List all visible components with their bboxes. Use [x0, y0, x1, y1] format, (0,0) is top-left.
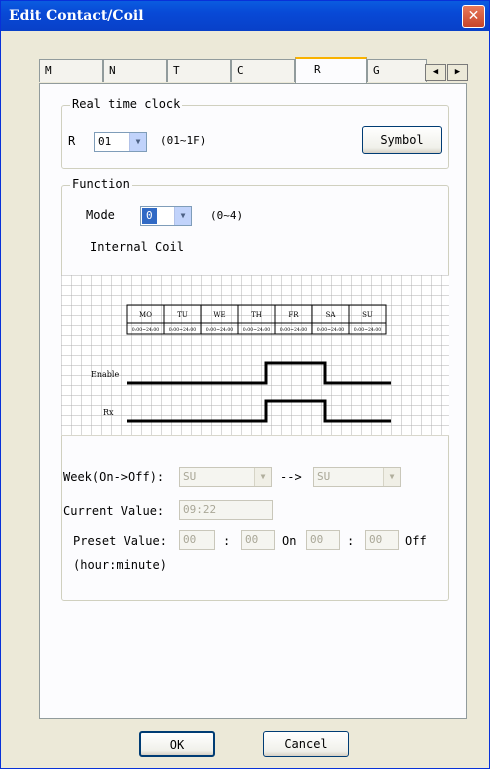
day-label: FR — [288, 311, 299, 319]
mode-range-hint: (0~4) — [210, 209, 244, 222]
day-time-range: 0:00~24:00 — [206, 327, 233, 333]
chevron-down-icon: ▼ — [383, 468, 400, 486]
tab-scroll-arrows: ◀ ▶ — [425, 64, 471, 81]
day-time-range: 0:00~24:00 — [132, 327, 159, 333]
week-label: Week(On->Off): — [63, 470, 165, 484]
group-legend: Real time clock — [70, 97, 183, 111]
chevron-down-icon: ▼ — [254, 468, 271, 486]
mode-label: Mode — [86, 208, 115, 222]
tab-r[interactable]: R — [295, 57, 367, 83]
timing-diagram-svg: MO 0:00~24:00 TU 0:00~24:00 WE 0:00~24:00 TH 0:… — [91, 304, 391, 423]
tab-n[interactable]: N — [103, 59, 167, 82]
ok-button[interactable]: OK — [139, 731, 215, 757]
day-label: TU — [177, 311, 188, 319]
rx-waveform — [127, 399, 391, 423]
day-time-range: 0:00~24:00 — [354, 327, 381, 333]
chevron-down-icon: ▼ — [174, 207, 191, 225]
signal-label-rx: Rx — [103, 408, 114, 417]
off-label: Off — [405, 534, 427, 548]
day-label: WE — [213, 311, 225, 319]
divider — [61, 435, 449, 436]
preset-off-minute-field[interactable]: 00 — [365, 530, 399, 550]
current-value-label: Current Value: — [63, 504, 165, 518]
preset-value-label: Preset Value: — [73, 534, 167, 548]
preset-on-hour-field[interactable]: 00 — [179, 530, 215, 550]
tab-c[interactable]: C — [231, 59, 295, 82]
r-range-hint: (01~1F) — [160, 134, 207, 147]
tab-m[interactable]: M — [39, 59, 103, 82]
tab-strip: M N T C R G — [39, 57, 467, 83]
tab-scroll-right-button[interactable]: ▶ — [447, 64, 468, 81]
arrow-right-icon: ▶ — [454, 67, 461, 77]
tab-scroll-left-button[interactable]: ◀ — [425, 64, 446, 81]
day-time-range: 0:00~24:00 — [169, 327, 196, 333]
close-icon: ✕ — [467, 8, 480, 24]
arrow-left-icon: ◀ — [432, 67, 439, 77]
group-legend: Function — [70, 177, 132, 191]
symbol-button[interactable]: Symbol — [362, 126, 442, 154]
mode-description: Internal Coil — [90, 240, 184, 254]
day-label: MO — [139, 311, 152, 319]
current-value-field[interactable]: 09:22 — [179, 500, 273, 520]
real-time-clock-group: Real time clock R 01 ▼ (01~1F) Symbol — [61, 97, 449, 169]
day-label: SA — [326, 311, 337, 319]
tab-t[interactable]: T — [167, 59, 231, 82]
week-arrow: --> — [280, 470, 302, 484]
close-button[interactable]: ✕ — [462, 5, 485, 28]
chevron-down-icon: ▼ — [129, 133, 146, 151]
day-time-range: 0:00~24:00 — [280, 327, 307, 333]
tab-g[interactable]: G — [367, 59, 427, 82]
on-label: On — [282, 534, 297, 548]
day-time-range: 0:00~24:00 — [243, 327, 270, 333]
week-off-select[interactable]: SU ▼ — [313, 467, 401, 487]
day-label: SU — [362, 311, 373, 319]
day-label: TH — [251, 311, 262, 319]
r-number-select[interactable]: 01 ▼ — [94, 132, 147, 152]
title-bar[interactable]: Edit Contact/Coil ✕ — [1, 1, 489, 31]
enable-waveform — [127, 361, 391, 385]
time-separator: : — [223, 534, 231, 548]
cancel-button[interactable]: Cancel — [263, 731, 349, 757]
format-hint: (hour:minute) — [73, 558, 167, 572]
signal-label-enable: Enable — [91, 370, 119, 379]
preset-on-minute-field[interactable]: 00 — [241, 530, 275, 550]
mode-select[interactable]: 0 ▼ — [140, 206, 192, 226]
r-label: R — [68, 134, 76, 148]
dialog-window: Edit Contact/Coil ✕ M N T C R G ◀ ▶ Real… — [0, 0, 490, 769]
timing-diagram: MO 0:00~24:00 TU 0:00~24:00 WE 0:00~24:00 TH 0:… — [61, 275, 449, 435]
week-on-select[interactable]: SU ▼ — [179, 467, 272, 487]
preset-off-hour-field[interactable]: 00 — [306, 530, 340, 550]
dialog-title: Edit Contact/Coil — [9, 8, 144, 24]
time-separator: : — [347, 534, 355, 548]
day-time-range: 0:00~24:00 — [317, 327, 344, 333]
